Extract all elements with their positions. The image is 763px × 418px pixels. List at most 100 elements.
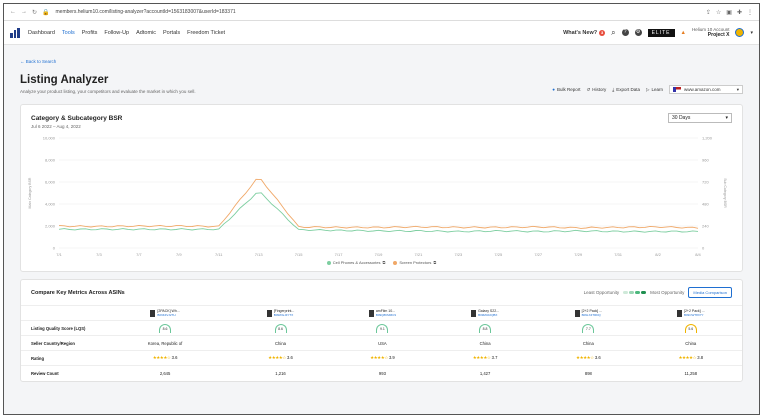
metric-cell: 9.1 [331,320,433,336]
metric-cell: 8.8 [432,320,538,336]
media-comparison-button[interactable]: Media Comparison [688,287,732,298]
helium10-logo-icon[interactable] [10,27,20,38]
asin-id[interactable]: B09M4F2QBX [478,313,499,317]
lock-icon: 🔒 [42,9,50,16]
y-right-tick: 1,200 [702,136,713,141]
x-tick: 7/29 [574,252,583,257]
settings-icon[interactable]: ⚙ [634,29,642,36]
nav-tools[interactable]: Tools [62,30,75,36]
metric-cell: ★★★★☆ 3.7 [432,350,538,366]
history-button[interactable]: ↺ History [586,87,606,93]
whats-new-label: What's New? [563,29,598,36]
url-field[interactable]: members.helium10.com/listing-analyzer?ac… [56,9,706,15]
x-tick: 7/27 [534,252,543,257]
table-row: Listing Quality Score (LQS) 8.6 8.6 9.1 8.8 7… [21,320,742,336]
asin-header[interactable]: [Fingerprint... B09WGJ4YTX [229,305,332,321]
period-select[interactable]: 30 Days ▾ [668,113,732,123]
bulk-report-icon: ● [552,87,555,92]
metric-cell: ★★★★☆ 3.6 [101,350,230,366]
y-left-tick: 0 [53,246,56,251]
avatar[interactable] [735,28,745,37]
help-icon[interactable]: ? [621,29,629,36]
chevron-down-icon: ▾ [725,115,728,121]
x-tick: 7/3 [96,252,102,257]
browser-url-bar: ← → ↻ 🔒 members.helium10.com/listing-ana… [4,4,759,21]
reload-icon[interactable]: ↻ [32,9,37,16]
nav-right: What's New? 3 ⌕ ? ⚙ ELITE ▲ Helium 10 Ac… [563,27,753,38]
asin-id[interactable]: B09CWT8X7Y [684,313,705,317]
x-tick: 7/13 [255,252,264,257]
asin-id[interactable]: B09Q8KMMC9 [376,313,396,317]
back-icon[interactable]: ← [10,9,16,16]
forward-icon[interactable]: → [21,9,27,16]
asin-id[interactable]: B09K4VJ2TH [157,313,179,317]
lqs-gauge: 8.8 [479,323,492,333]
nav-freedom-ticket[interactable]: Freedom Ticket [187,30,225,36]
asin-cell: [2+2 Pack] ... B09LX4TRDQ [537,309,639,317]
nav-profits[interactable]: Profits [82,30,98,36]
compare-table-body: Listing Quality Score (LQS) 8.6 8.6 9.1 8.8 7… [21,320,742,381]
rocket-icon[interactable]: ▲ [681,30,686,36]
star-icon[interactable]: ☆ [716,9,721,16]
chart-legend: Cell Phones & Accessories ⧉ Screen Protec… [21,260,742,271]
metric-cell: 7.7 [537,320,640,336]
bsr-chart[interactable]: 10,000 1,200 8,000 960 6,000 720 4,000 480 2,000… [21,130,736,260]
star-rating-icon: ★★★★☆ [678,355,697,360]
legend-item-cell-phones[interactable]: Cell Phones & Accessories ⧉ [326,260,386,265]
legend-item-screen-protectors[interactable]: Screen Protectors ⧉ [393,260,436,265]
bulk-report-button[interactable]: ● Bulk Report [552,87,580,92]
search-icon[interactable]: ⌕ [611,28,615,38]
x-tick: 7/17 [335,252,344,257]
y-left-tick: 4,000 [45,202,56,207]
x-tick: 7/31 [614,252,623,257]
external-link-icon[interactable]: ⧉ [433,260,436,265]
menu-icon[interactable]: ⋮ [747,9,753,16]
bulk-report-label: Bulk Report [556,87,581,92]
title-row: Listing Analyzer Analyze your product li… [20,74,743,94]
whats-new-button[interactable]: What's New? 3 [563,29,606,36]
external-link-icon[interactable]: ⧉ [383,260,386,265]
star-rating-icon: ★★★★☆ [576,355,594,360]
metric-cell: China [229,335,332,351]
metric-cell: ★★★★☆ 3.6 [537,350,640,366]
product-thumbnail [266,309,272,317]
account-menu[interactable]: Helium 10 Account Project X [692,27,730,38]
asin-id[interactable]: B09WGJ4YTX [274,313,295,317]
table-row: Rating ★★★★☆ 3.6 ★★★★☆ 3.6 ★★★★☆ 3.9 ★★★★☆ 3… [21,350,742,366]
asin-header[interactable]: [2+2 Pack] ... B09LX4TRDQ [537,305,640,321]
puzzle-icon[interactable]: ✚ [737,9,742,16]
rating-value: 3.6 [171,355,178,360]
lqs-gauge: 5.6 [684,323,697,333]
legend-label: Screen Protectors [399,260,432,265]
lqs-gauge: 8.6 [274,323,287,333]
back-to-search-link[interactable]: ← Back to Search [20,59,743,64]
export-data-button[interactable]: ⤓ Export Data [612,87,640,92]
share-icon[interactable]: ⇪ [706,9,711,16]
nav-portals[interactable]: Portals [163,30,180,36]
asin-header[interactable]: [2+2 Pack] ... B09CWT8X7Y [639,305,742,321]
nav-dashboard[interactable]: Dashboard [28,30,55,36]
chevron-down-icon[interactable]: ▾ [750,30,753,36]
asin-header[interactable]: amFilm 10... B09Q8KMMC9 [331,305,433,321]
x-tick: 8/4 [695,252,701,257]
asin-header[interactable]: [2PACK] Wh... B09K4VJ2TH [101,305,230,321]
compare-title: Compare Key Metrics Across ASINs [31,289,125,296]
marketplace-select[interactable]: www.amazon.com ▾ [669,85,743,94]
row-label: Listing Quality Score (LQS) [21,320,101,336]
y-left-axis-label: Main Category BSR [28,177,32,208]
x-tick: 7/9 [176,252,182,257]
metric-cell: ★★★★☆ 3.6 [229,350,332,366]
asin-id[interactable]: B09LX4TRDQ [582,313,603,317]
y-left-tick: 8,000 [45,158,56,163]
y-right-tick: 960 [702,158,709,163]
nav-adtomic[interactable]: Adtomic [136,30,156,36]
star-rating-icon: ★★★★☆ [370,355,388,360]
learn-button[interactable]: ▷ Learn [646,87,663,93]
nav-follow-up[interactable]: Follow-Up [104,30,129,36]
asin-header[interactable]: Galaxy S22... B09M4F2QBX [432,305,538,321]
metric-cell: 5.6 [639,320,742,336]
y-left-tick: 2,000 [45,224,56,229]
product-thumbnail [574,309,580,317]
metric-cell: 8.6 [229,320,332,336]
extension-icon[interactable]: ▣ [726,9,732,16]
